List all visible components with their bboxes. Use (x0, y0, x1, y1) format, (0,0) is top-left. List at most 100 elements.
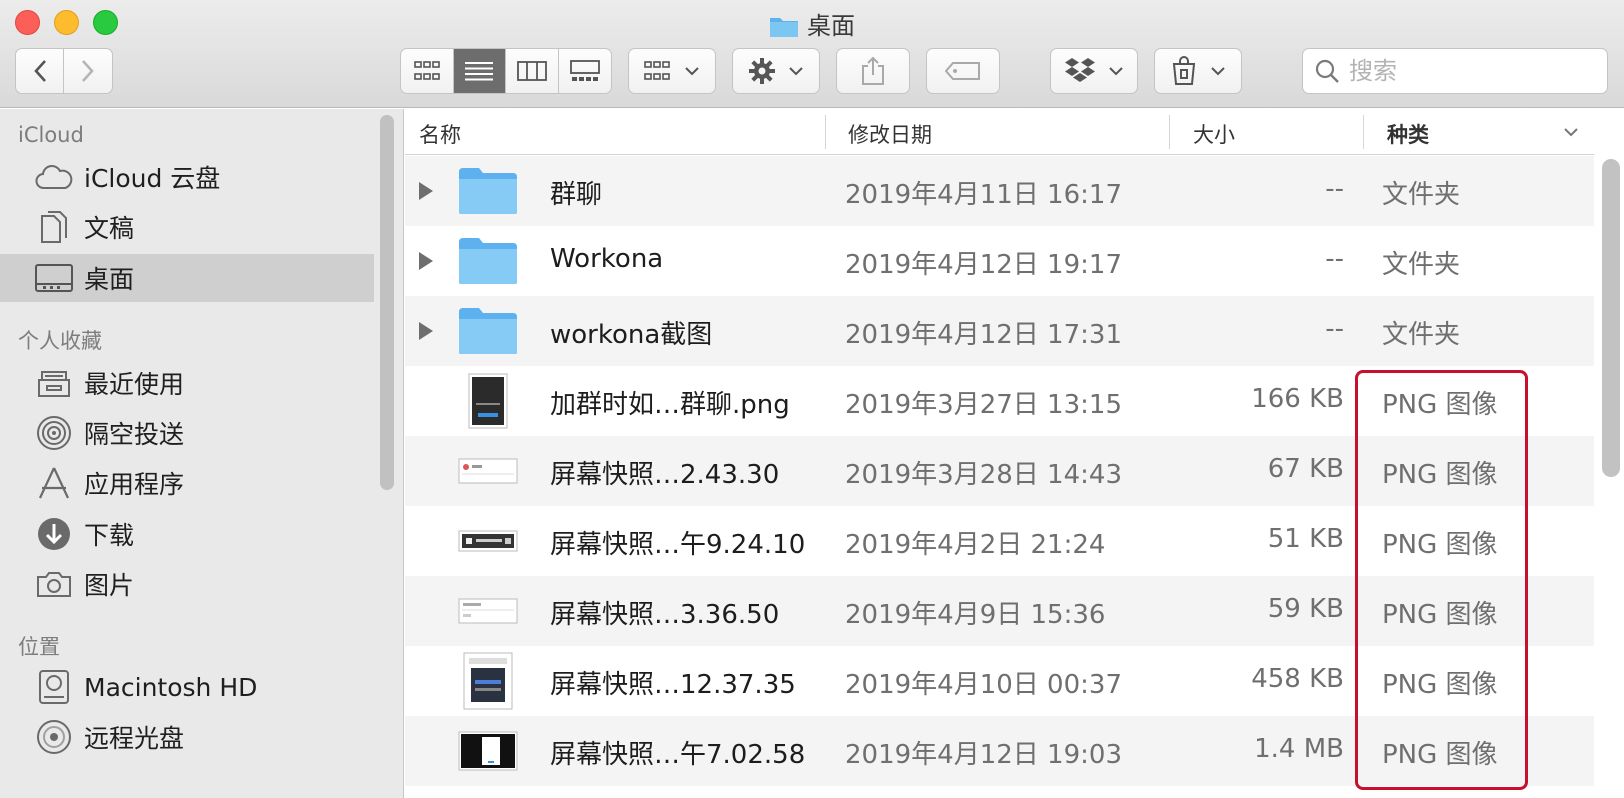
table-row[interactable]: 群聊 2019年4月11日 16:17 -- 文件夹 (405, 156, 1594, 226)
file-date: 2019年4月2日 21:24 (845, 530, 1106, 560)
disclosure-triangle-icon[interactable] (419, 252, 433, 270)
file-size: 166 KB (1251, 384, 1344, 414)
file-kind: 文件夹 (1382, 180, 1461, 210)
gallery-view-button[interactable] (559, 49, 612, 93)
table-row[interactable]: 屏幕快照…12.37.35 2019年4月10日 00:37 458 KB PN… (405, 646, 1594, 716)
sidebar-item-label: 下载 (84, 521, 135, 550)
disclosure-triangle-icon[interactable] (419, 322, 433, 340)
group-by-button[interactable] (628, 48, 716, 94)
search-input[interactable] (1349, 57, 1589, 85)
dropbox-icon (1065, 58, 1095, 82)
sidebar-scrollbar[interactable] (380, 115, 394, 490)
sidebar-item-label: 文稿 (84, 214, 135, 243)
sidebar-item-remote-disc[interactable]: 远程光盘 (0, 713, 374, 761)
file-kind: PNG 图像 (1382, 670, 1498, 700)
table-row[interactable]: 加群时如…群聊.png 2019年3月27日 13:15 166 KB PNG … (405, 366, 1594, 436)
table-row[interactable]: 屏幕快照…午7.02.58 2019年4月12日 19:03 1.4 MB PN… (405, 716, 1594, 786)
folder-icon (457, 304, 519, 358)
sidebar-item-documents[interactable]: 文稿 (0, 203, 374, 251)
sidebar-item-pictures[interactable]: 图片 (0, 560, 374, 608)
table-row[interactable]: Workona 2019年4月12日 19:17 -- 文件夹 (405, 226, 1594, 296)
file-name: 屏幕快照…3.36.50 (550, 600, 780, 630)
file-date: 2019年4月9日 15:36 (845, 600, 1106, 630)
extension-button[interactable] (1154, 48, 1242, 94)
sidebar-item-macintosh-hd[interactable]: Macintosh HD (0, 663, 374, 711)
icon-view-button[interactable] (401, 49, 454, 93)
image-thumbnail (457, 584, 519, 638)
column-divider[interactable] (1363, 115, 1364, 149)
column-header-date[interactable]: 修改日期 (848, 119, 932, 149)
list-view-button[interactable] (453, 49, 506, 93)
sidebar-item-label: Macintosh HD (84, 672, 258, 702)
file-kind: PNG 图像 (1382, 530, 1498, 560)
folder-icon (457, 164, 519, 218)
column-view-button[interactable] (506, 49, 559, 93)
column-header-size[interactable]: 大小 (1193, 119, 1235, 149)
column-divider[interactable] (1169, 115, 1170, 149)
column-header: 名称 修改日期 大小 种类 (405, 109, 1594, 155)
table-row[interactable]: workona截图 2019年4月12日 17:31 -- 文件夹 (405, 296, 1594, 366)
folder-icon (457, 234, 519, 288)
sidebar-item-label: iCloud 云盘 (84, 164, 221, 193)
bag-icon (1172, 56, 1196, 85)
table-row[interactable]: 屏幕快照…午9.24.10 2019年4月2日 21:24 51 KB PNG … (405, 506, 1594, 576)
airdrop-icon (34, 415, 74, 451)
sidebar-item-label: 桌面 (84, 265, 135, 294)
sidebar-item-applications[interactable]: 应用程序 (0, 459, 374, 507)
sidebar-item-airdrop[interactable]: 隔空投送 (0, 409, 374, 457)
file-list-scrollbar[interactable] (1602, 159, 1620, 477)
file-kind: PNG 图像 (1382, 740, 1498, 770)
table-row[interactable]: 屏幕快照…2.43.30 2019年3月28日 14:43 67 KB PNG … (405, 436, 1594, 506)
file-rows: 群聊 2019年4月11日 16:17 -- 文件夹 Workona 2019年… (405, 156, 1594, 786)
grid-icon (413, 61, 440, 80)
sidebar-item-desktop[interactable]: 桌面 (0, 254, 374, 302)
search-icon (1315, 59, 1339, 83)
sidebar-item-label: 应用程序 (84, 470, 185, 499)
image-thumbnail (457, 444, 519, 498)
action-menu-button[interactable] (732, 48, 820, 94)
tags-button[interactable] (926, 48, 1000, 94)
file-size: 1.4 MB (1254, 734, 1344, 764)
window-title: 桌面 (0, 6, 1624, 44)
file-name: 屏幕快照…2.43.30 (550, 460, 780, 490)
file-kind: PNG 图像 (1382, 600, 1498, 630)
gear-icon (749, 58, 775, 84)
column-header-name[interactable]: 名称 (419, 119, 461, 149)
file-size: -- (1325, 174, 1344, 204)
file-name: 屏幕快照…午7.02.58 (550, 740, 806, 770)
image-thumbnail (457, 652, 519, 710)
recents-icon (34, 365, 74, 401)
sidebar-item-label: 图片 (84, 571, 135, 600)
camera-icon (34, 566, 74, 602)
list-icon (465, 62, 494, 81)
file-date: 2019年4月10日 00:37 (845, 670, 1122, 700)
sidebar-heading-locations: 位置 (18, 635, 60, 659)
table-row[interactable]: 屏幕快照…3.36.50 2019年4月9日 15:36 59 KB PNG 图… (405, 576, 1594, 646)
chevron-down-icon[interactable] (1563, 127, 1579, 137)
columns-icon (516, 61, 547, 81)
folder-icon (769, 14, 799, 44)
tag-icon (945, 62, 980, 80)
file-name: 屏幕快照…午9.24.10 (550, 530, 806, 560)
search-field[interactable] (1302, 48, 1608, 94)
column-header-kind[interactable]: 种类 (1387, 119, 1429, 149)
sidebar-heading-icloud: iCloud (18, 123, 84, 147)
disclosure-triangle-icon[interactable] (419, 182, 433, 200)
share-button[interactable] (836, 48, 910, 94)
forward-button[interactable] (64, 49, 112, 93)
harddisk-icon (34, 669, 74, 705)
gallery-icon (569, 60, 600, 81)
sidebar-item-icloud-drive[interactable]: iCloud 云盘 (0, 153, 374, 201)
image-thumbnail (457, 373, 519, 429)
sidebar-item-downloads[interactable]: 下载 (0, 510, 374, 558)
column-divider[interactable] (825, 115, 826, 149)
file-name: 加群时如…群聊.png (550, 390, 790, 420)
file-date: 2019年3月28日 14:43 (845, 460, 1122, 490)
sidebar-item-recents[interactable]: 最近使用 (0, 359, 374, 407)
file-name: Workona (550, 244, 664, 274)
back-button[interactable] (16, 49, 65, 93)
chevron-down-icon (1211, 67, 1225, 76)
file-kind: PNG 图像 (1382, 390, 1498, 420)
dropbox-button[interactable] (1050, 48, 1138, 94)
sidebar-item-label: 最近使用 (84, 370, 185, 399)
